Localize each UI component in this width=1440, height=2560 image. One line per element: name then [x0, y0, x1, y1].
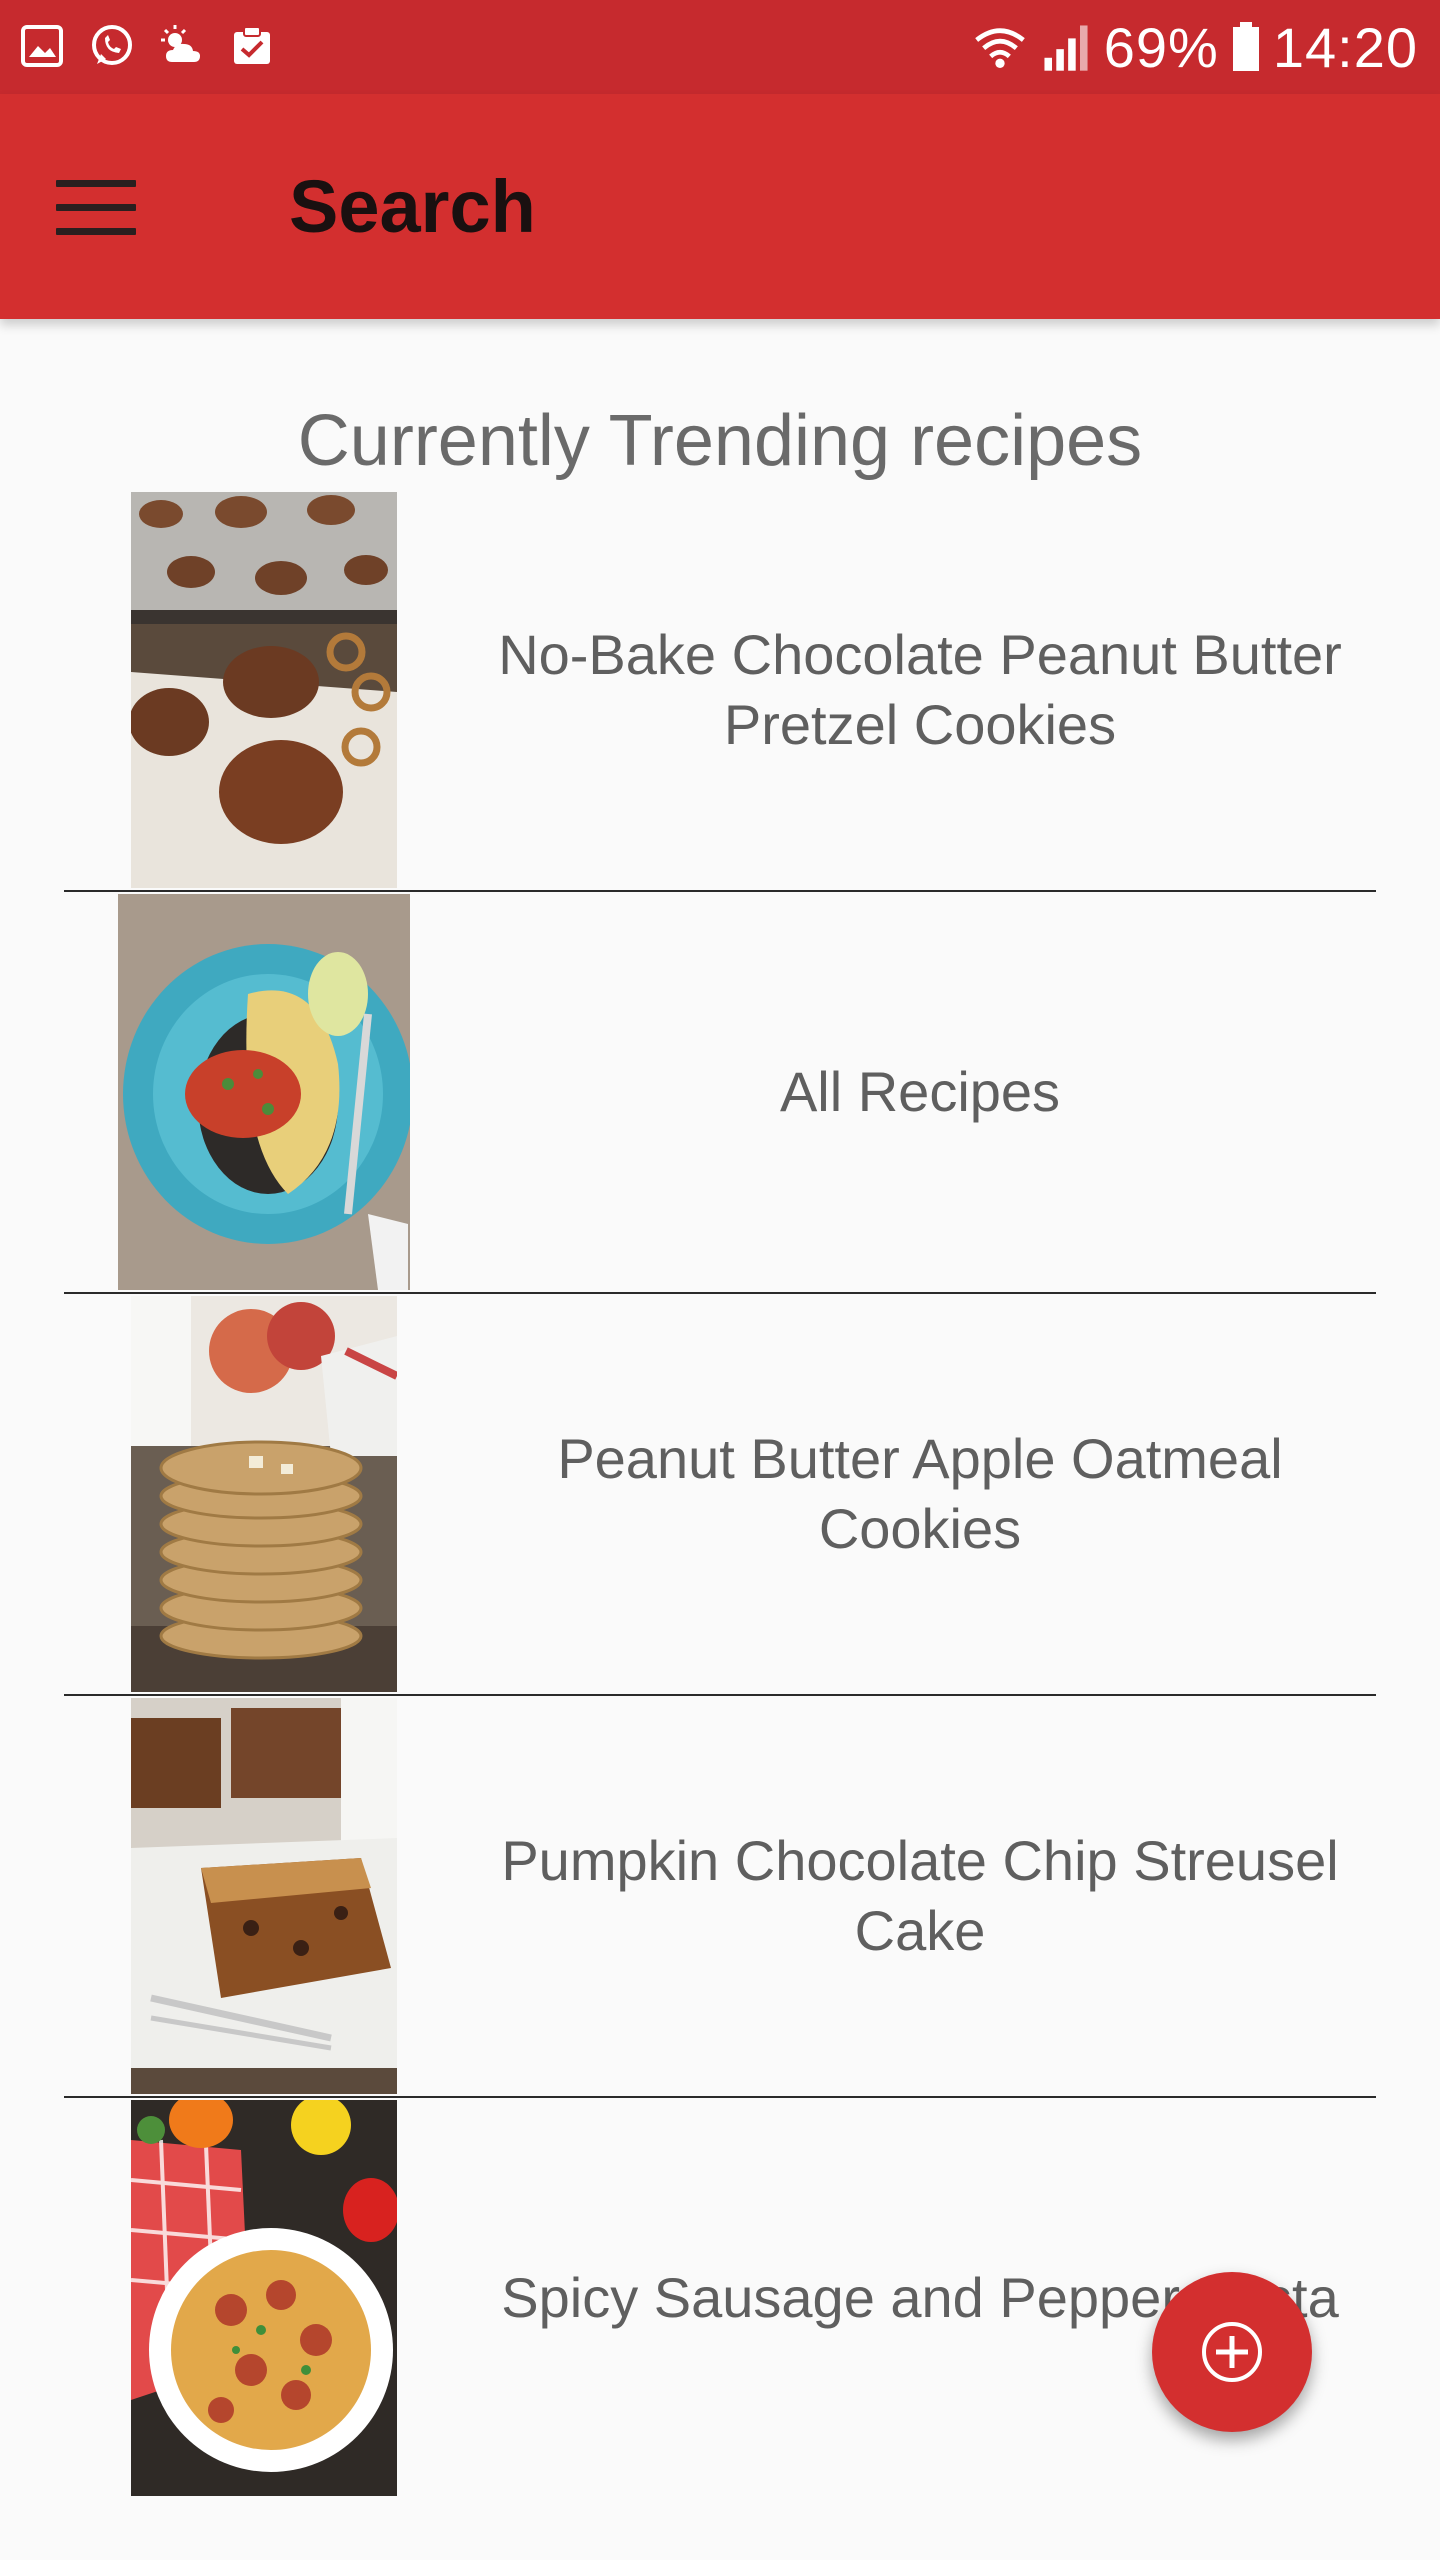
recipe-title: No-Bake Chocolate Peanut Butter Pretzel … — [498, 623, 1342, 756]
chocolate-pretzel-cookies-photo — [131, 492, 397, 888]
app-bar: Search — [0, 94, 1440, 319]
status-bar: 69% 14:20 — [0, 0, 1440, 94]
whatsapp-icon — [92, 25, 132, 65]
recipe-title: Peanut Butter Apple Oatmeal Cookies — [557, 1427, 1283, 1560]
sausage-pepper-pasta-photo — [131, 2100, 397, 2496]
add-recipe-fab[interactable] — [1152, 2272, 1312, 2432]
battery-percent: 69% — [1103, 15, 1219, 79]
section-title: Currently Trending recipes — [297, 401, 1143, 481]
recipe-list-item[interactable]: Peanut Butter Apple Oatmeal Cookies — [0, 1294, 1440, 1694]
status-icons-left — [18, 22, 276, 70]
wifi-icon — [974, 28, 1025, 68]
status-icons-right: 69% 14:20 — [972, 12, 1418, 82]
signal-icon — [1044, 25, 1088, 71]
recipe-title: All Recipes — [779, 1060, 1061, 1123]
clock: 14:20 — [1272, 15, 1418, 79]
add-circle-icon — [1202, 2322, 1262, 2382]
clipboard-check-icon — [234, 26, 270, 64]
recipe-title: Pumpkin Chocolate Chip Streusel Cake — [501, 1829, 1339, 1962]
gallery-icon — [21, 25, 63, 67]
weather-icon — [161, 25, 200, 62]
blue-plate-omelette-photo — [118, 894, 410, 1290]
recipe-list-item[interactable]: All Recipes — [0, 892, 1440, 1292]
page-title: Search — [289, 165, 536, 248]
hamburger-menu-icon[interactable] — [56, 180, 136, 236]
stacked-oatmeal-cookies-photo — [131, 1296, 397, 1692]
recipe-list-item[interactable]: Pumpkin Chocolate Chip Streusel Cake — [0, 1696, 1440, 2096]
recipe-list-item[interactable]: No-Bake Chocolate Peanut Butter Pretzel … — [0, 490, 1440, 890]
streusel-cake-slice-photo — [131, 1698, 397, 2094]
battery-icon — [1232, 22, 1259, 71]
